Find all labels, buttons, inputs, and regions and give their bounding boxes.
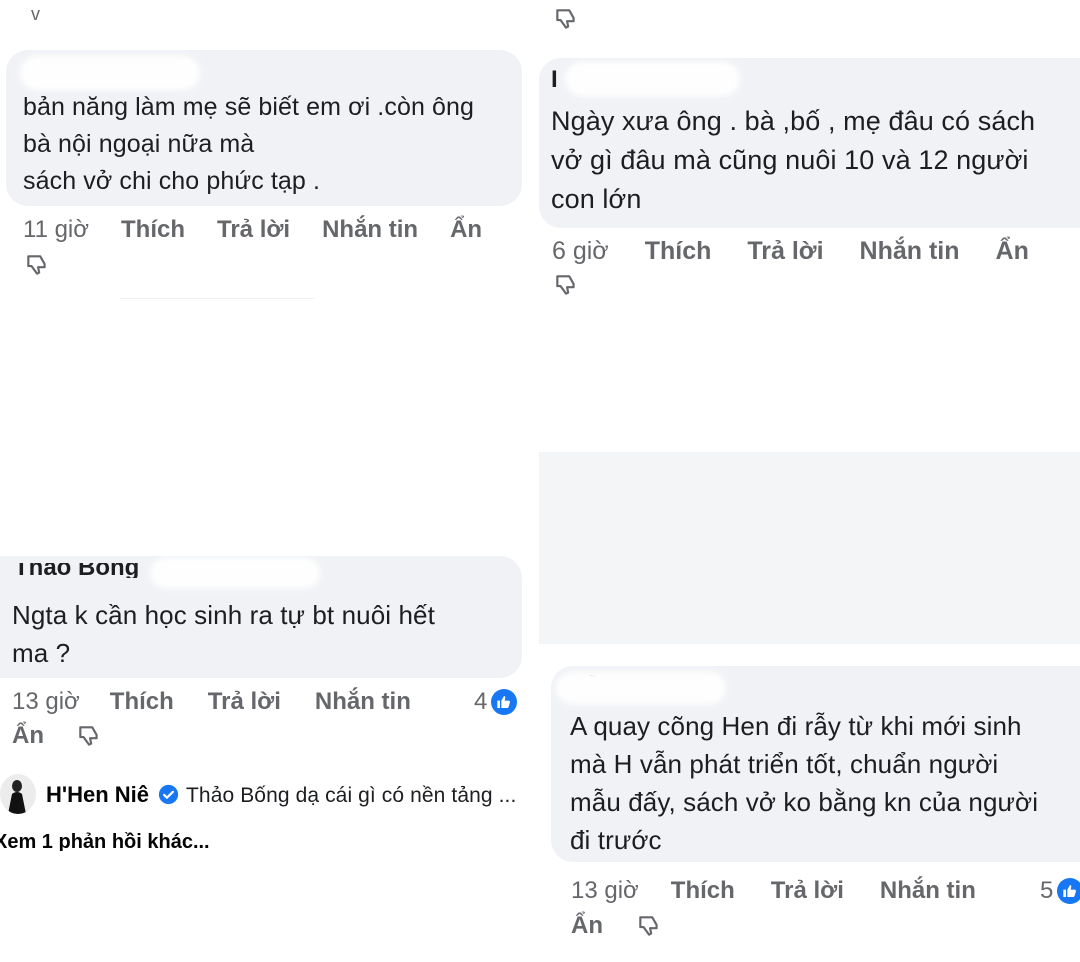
more-replies-link[interactable]: Xem 1 phản hồi khác... <box>0 831 254 851</box>
timestamp: 13 giờ <box>571 877 639 904</box>
comment-a-line-1: bản năng làm mẹ sẽ biết em ơi .còn ông <box>23 93 475 121</box>
like-reaction-icon <box>1057 878 1080 904</box>
comment-d-hide-row: Ẩn <box>571 912 603 940</box>
redacted-author-a <box>20 56 200 90</box>
like-link[interactable]: Thích <box>110 688 174 716</box>
message-link[interactable]: Nhắn tin <box>880 877 976 905</box>
hide-link[interactable]: Ẩn <box>12 722 44 750</box>
hide-link[interactable]: Ẩn <box>996 237 1029 266</box>
reaction-count[interactable]: 4 <box>474 688 518 716</box>
comment-a-actions: 11 giờ Thích Trả lời Nhắn tin Ẩn <box>23 216 482 244</box>
reply-preview-text[interactable]: Thảo Bống dạ cái gì có nền tảng ... <box>186 777 516 814</box>
comment-b-line-3: con lớn <box>551 184 642 214</box>
message-link[interactable]: Nhắn tin <box>322 216 418 244</box>
divider <box>120 298 315 299</box>
like-link[interactable]: Thích <box>671 877 735 905</box>
reaction-count[interactable]: 5 <box>1040 877 1080 905</box>
thumbs-down-icon[interactable] <box>636 913 662 939</box>
reaction-number: 5 <box>1040 877 1054 904</box>
comment-b-line-2: vở gì đâu mà cũng nuôi 10 và 12 người <box>551 145 1029 175</box>
comment-a-line-3: sách vở chi cho phức tạp . <box>23 167 320 195</box>
reply-link[interactable]: Trả lời <box>747 237 823 266</box>
like-link[interactable]: Thích <box>121 216 185 244</box>
comment-c-line-2: ma ? <box>12 638 71 668</box>
comment-d-line-1: A quay cõng Hen đi rẫy từ khi mới sinh <box>570 711 1022 741</box>
reply-link[interactable]: Trả lời <box>208 688 281 716</box>
message-link[interactable]: Nhắn tin <box>860 237 960 266</box>
avatar[interactable] <box>0 774 36 814</box>
empty-panel <box>539 452 1080 644</box>
comment-b-actions: 6 giờ Thích Trả lời Nhắn tin Ẩn <box>552 237 1029 266</box>
timestamp: 6 giờ <box>552 237 609 265</box>
comment-d-line-3: mẫu đấy, sách vở ko bằng kn của người <box>570 787 1039 817</box>
reply-link[interactable]: Trả lời <box>771 877 844 905</box>
like-link[interactable]: Thích <box>645 237 712 266</box>
reply-link[interactable]: Trả lời <box>217 216 290 244</box>
thumbs-down-icon[interactable] <box>553 272 579 298</box>
comment-c-line-1: Ngta k cần học sinh ra tự bt nuôi hết <box>12 600 435 630</box>
comment-c-hide-row: Ẩn <box>12 722 44 750</box>
comment-d-actions: 13 giờ Thích Trả lời Nhắn tin <box>571 877 976 905</box>
more-replies-text: Xem 1 phản hồi khác... <box>0 831 210 851</box>
reaction-number: 4 <box>474 688 488 715</box>
hide-link[interactable]: Ẩn <box>571 912 603 940</box>
comment-d-line-2: mà H vẫn phát triển tốt, chuẩn người <box>570 749 999 779</box>
reply-author-name[interactable]: H'Hen Niê <box>46 782 149 808</box>
timestamp: 13 giờ <box>12 688 80 715</box>
thumbs-down-icon[interactable] <box>24 252 50 278</box>
thumbs-down-icon[interactable] <box>76 723 102 749</box>
redacted-author-b <box>565 62 740 96</box>
redacted-author-c <box>150 558 320 588</box>
thumbs-down-icon[interactable] <box>553 6 579 32</box>
comment-c-author-fragment: Thảo Bống <box>14 563 140 578</box>
like-reaction-icon <box>491 689 518 715</box>
comment-d-line-4: đi trước <box>570 825 662 855</box>
comment-b-line-1: Ngày xưa ông . bà ,bố , mẹ đâu có sách <box>551 106 1036 136</box>
message-link[interactable]: Nhắn tin <box>315 688 411 716</box>
comment-b-author-fragment: I <box>551 66 558 93</box>
comment-c-actions: 13 giờ Thích Trả lời Nhắn tin <box>12 688 411 716</box>
hide-link[interactable]: Ẩn <box>450 216 482 244</box>
verified-badge-icon <box>158 784 179 805</box>
comment-a-line-2: bà nội ngoại nữa mà <box>23 130 255 158</box>
top-left-fragment: v <box>31 4 40 24</box>
redacted-author-d <box>556 672 726 704</box>
timestamp: 11 giờ <box>23 216 89 243</box>
